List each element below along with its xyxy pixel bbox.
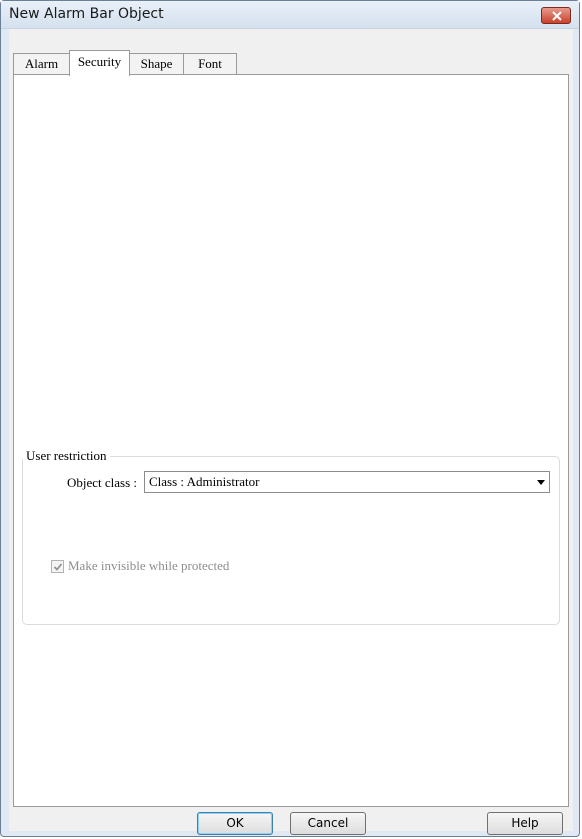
user-restriction-label: User restriction	[23, 448, 110, 464]
make-invisible-checkbox[interactable]	[51, 560, 64, 573]
window-title: New Alarm Bar Object	[9, 6, 164, 22]
tab-shape[interactable]: Shape	[129, 53, 184, 75]
object-class-value: Class : Administrator	[149, 474, 260, 489]
object-class-select[interactable]: Class : Administrator	[144, 471, 550, 493]
close-icon	[552, 11, 562, 21]
dialog-client-area: Alarm Security Shape Font User restricti…	[9, 29, 573, 835]
help-button[interactable]: Help	[487, 812, 563, 835]
tab-font[interactable]: Font	[183, 53, 237, 75]
security-tab-panel: User restriction Object class : Class : …	[13, 74, 569, 807]
user-restriction-group: User restriction Object class : Class : …	[22, 448, 560, 625]
make-invisible-label: Make invisible while protected	[68, 558, 230, 573]
object-class-label: Object class :	[67, 475, 138, 490]
dialog-window: New Alarm Bar Object Alarm Security Shap…	[0, 0, 580, 837]
tab-security[interactable]: Security	[69, 50, 130, 76]
tab-alarm[interactable]: Alarm	[13, 53, 70, 75]
title-bar[interactable]: New Alarm Bar Object	[1, 1, 579, 29]
cancel-button[interactable]: Cancel	[290, 812, 366, 835]
ok-button[interactable]: OK	[197, 812, 273, 835]
chevron-down-icon	[537, 480, 545, 485]
close-button[interactable]	[541, 7, 571, 24]
check-icon	[53, 563, 63, 571]
